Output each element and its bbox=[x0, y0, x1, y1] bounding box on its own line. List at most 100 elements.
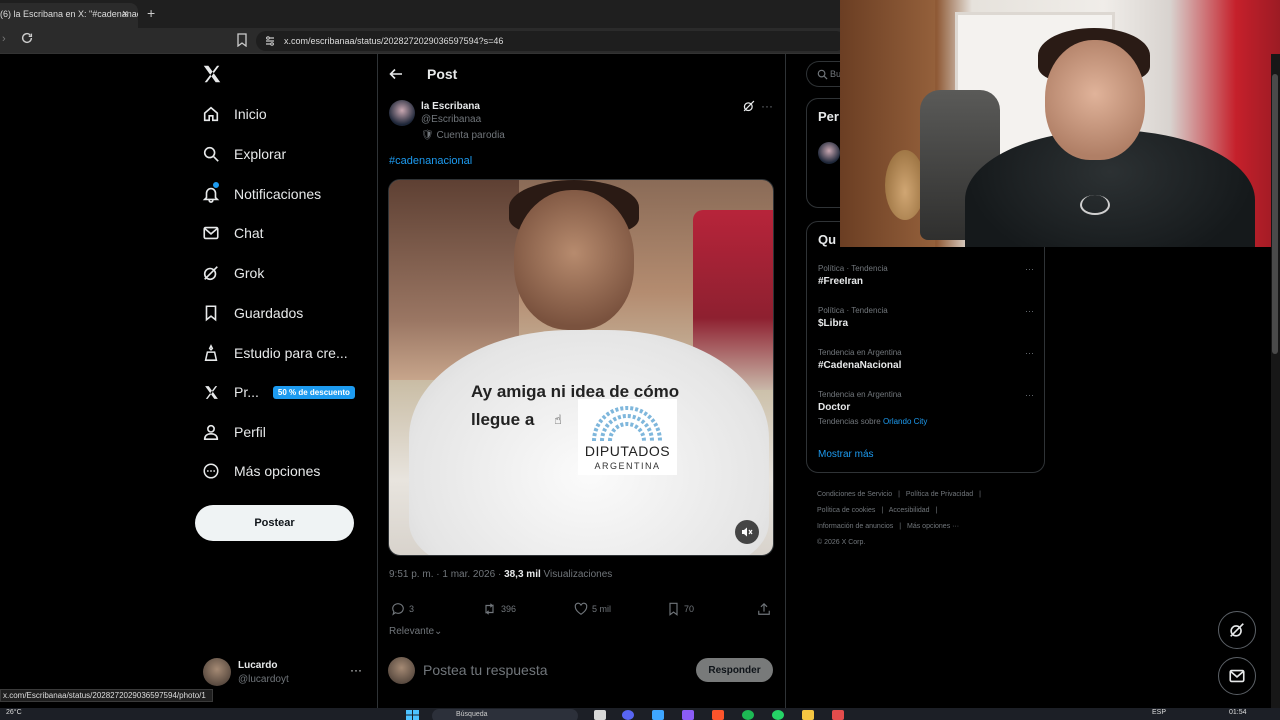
mail-icon bbox=[1229, 669, 1245, 683]
more-icon[interactable]: ··· bbox=[1025, 348, 1034, 358]
share-action[interactable] bbox=[757, 602, 775, 616]
trend-name: #CadenaNacional bbox=[818, 360, 902, 371]
trend-item[interactable]: Tendencia en Argentina Doctor Tendencias… bbox=[818, 390, 1038, 426]
grok-icon[interactable] bbox=[742, 99, 756, 113]
more-circle-icon bbox=[198, 460, 224, 482]
weather-temperature[interactable]: 26°C bbox=[6, 709, 22, 716]
mute-button[interactable] bbox=[735, 520, 759, 544]
more-icon[interactable]: ··· bbox=[1025, 390, 1034, 400]
logo-subtitle: ARGENTINA bbox=[594, 461, 661, 471]
grok-float-button[interactable] bbox=[1218, 611, 1256, 649]
footer-link[interactable]: Más opciones ··· bbox=[907, 523, 959, 530]
author-avatar[interactable] bbox=[389, 100, 415, 126]
logo-name: DIPUTADOS bbox=[584, 443, 671, 459]
messages-float-button[interactable] bbox=[1218, 657, 1256, 695]
more-icon[interactable]: ··· bbox=[1025, 264, 1034, 274]
forward-icon[interactable]: › bbox=[2, 33, 6, 45]
show-more-link[interactable]: Mostrar más bbox=[818, 449, 874, 460]
footer-links: Condiciones de Servicio | Política de Pr… bbox=[817, 487, 1017, 551]
copyright: © 2026 X Corp. bbox=[817, 539, 866, 546]
link-status-bar: x.com/Escribanaa/status/2028272029036597… bbox=[0, 689, 213, 702]
site-settings-icon[interactable] bbox=[264, 35, 276, 47]
grok-icon bbox=[198, 262, 224, 284]
taskbar-search[interactable]: Búsqueda bbox=[432, 709, 578, 720]
nav-item-estudio[interactable]: Estudio para cre... bbox=[198, 337, 378, 369]
more-icon[interactable]: ··· bbox=[1025, 306, 1034, 316]
browser-tab[interactable]: (6) la Escribana en X: "#cadenanacional"… bbox=[0, 3, 138, 28]
app-icon[interactable] bbox=[682, 710, 694, 720]
clock[interactable]: 01:54 bbox=[1229, 709, 1247, 716]
reply-input[interactable]: Postea tu respuesta bbox=[423, 662, 548, 678]
trends-panel: Qu Política · Tendencia #FreeIran ··· Po… bbox=[806, 221, 1045, 473]
windows-start-icon[interactable] bbox=[406, 710, 420, 720]
x-logo-icon[interactable] bbox=[201, 63, 223, 85]
diputados-logo: DIPUTADOS ARGENTINA bbox=[578, 399, 677, 475]
trend-item[interactable]: Política · Tendencia $Libra ··· bbox=[818, 306, 1038, 329]
post-button[interactable]: Postear bbox=[195, 505, 354, 541]
repost-action[interactable]: 396 bbox=[482, 602, 516, 616]
sort-dropdown[interactable]: Relevante⌄ bbox=[389, 626, 442, 637]
notification-dot bbox=[212, 181, 220, 189]
footer-link[interactable]: Política de Privacidad bbox=[906, 491, 973, 498]
nav-item-inicio[interactable]: Inicio bbox=[198, 98, 378, 130]
bookmark-count: 70 bbox=[684, 604, 695, 614]
nav-label: Estudio para cre... bbox=[234, 345, 348, 361]
avatar bbox=[203, 658, 231, 686]
page-title: Post bbox=[427, 66, 458, 82]
language-indicator[interactable]: ESP bbox=[1152, 709, 1166, 716]
back-arrow-icon[interactable] bbox=[388, 66, 404, 82]
webcam-person bbox=[1045, 40, 1145, 160]
tab-close-icon[interactable]: × bbox=[122, 8, 128, 20]
nav-item-notificaciones[interactable]: Notificaciones bbox=[198, 178, 378, 210]
folder-icon[interactable] bbox=[802, 710, 814, 720]
reply-action[interactable]: 3 bbox=[391, 602, 414, 616]
hashtag-link[interactable]: #cadenanacional bbox=[389, 155, 472, 167]
app-icon[interactable] bbox=[652, 710, 664, 720]
footer-separator: | bbox=[898, 491, 900, 498]
url-field[interactable]: x.com/escribanaa/status/2028272029036597… bbox=[256, 31, 846, 51]
more-icon[interactable]: ··· bbox=[761, 99, 773, 113]
post-media[interactable]: Ay amiga ni idea de cómo llegue a DIPUTA… bbox=[388, 179, 774, 556]
footer-link[interactable]: Información de anuncios bbox=[817, 523, 893, 530]
avatar[interactable] bbox=[818, 142, 840, 164]
nav-item-perfil[interactable]: Perfil bbox=[198, 416, 378, 448]
mail-icon bbox=[198, 222, 224, 244]
nav-item-explorar[interactable]: Explorar bbox=[198, 138, 378, 170]
page-scrollbar[interactable] bbox=[1271, 54, 1280, 708]
nav-item-premium[interactable]: Pr... 50 % de descuento bbox=[198, 376, 378, 408]
nav-item-chat[interactable]: Chat bbox=[198, 217, 378, 249]
reload-icon[interactable] bbox=[20, 31, 34, 45]
footer-link[interactable]: Política de cookies bbox=[817, 507, 875, 514]
footer-link[interactable]: Accesibilidad bbox=[889, 507, 930, 514]
more-icon[interactable]: ··· bbox=[350, 663, 362, 677]
trend-related-link[interactable]: Orlando City bbox=[883, 417, 927, 426]
nav-item-grok[interactable]: Grok bbox=[198, 257, 378, 289]
footer-link[interactable]: Condiciones de Servicio bbox=[817, 491, 892, 498]
nav-item-guardados[interactable]: Guardados bbox=[198, 297, 378, 329]
whatsapp-icon[interactable] bbox=[772, 710, 784, 720]
reply-button[interactable]: Responder bbox=[696, 658, 773, 682]
scroll-thumb[interactable] bbox=[1272, 74, 1278, 354]
discord-icon[interactable] bbox=[622, 710, 634, 720]
bell-icon bbox=[198, 181, 224, 205]
nav-item-mas-opciones[interactable]: Más opciones bbox=[198, 455, 378, 487]
new-tab-icon[interactable]: + bbox=[147, 5, 155, 21]
bookmark-page-icon[interactable] bbox=[236, 33, 248, 47]
app-icon[interactable] bbox=[832, 710, 844, 720]
timestamp-text: 9:51 p. m. · 1 mar. 2026 · bbox=[389, 569, 505, 580]
brave-icon[interactable] bbox=[712, 710, 724, 720]
share-icon bbox=[758, 602, 770, 615]
spotify-icon[interactable] bbox=[742, 710, 754, 720]
account-switcher[interactable]: Lucardo @lucardoyt ··· bbox=[200, 655, 370, 691]
nav-label: Más opciones bbox=[234, 463, 321, 479]
search-icon bbox=[817, 69, 828, 80]
like-action[interactable]: 5 mil bbox=[574, 602, 611, 616]
file-explorer-icon[interactable] bbox=[594, 710, 606, 720]
trend-item[interactable]: Política · Tendencia #FreeIran ··· bbox=[818, 264, 1038, 287]
nav-label: Perfil bbox=[234, 424, 266, 440]
trend-item[interactable]: Tendencia en Argentina #CadenaNacional ·… bbox=[818, 348, 1038, 371]
bookmark-action[interactable]: 70 bbox=[667, 602, 694, 616]
author-name[interactable]: la Escribana bbox=[421, 101, 480, 112]
nav-label: Chat bbox=[234, 225, 264, 241]
author-handle[interactable]: @Escribanaa bbox=[421, 114, 481, 125]
